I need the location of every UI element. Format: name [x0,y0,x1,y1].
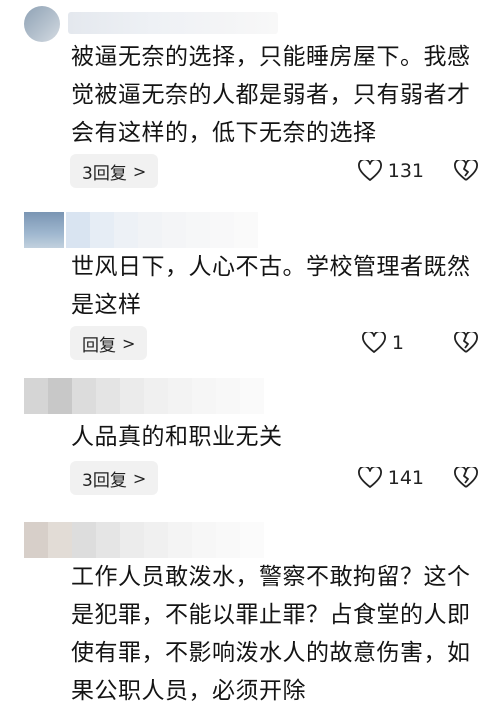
comment-text: 工作人员敢泼水，警察不敢拘留？这个 是犯罪，不能以罪止罪？占食堂的人即 使有罪，… [71,558,481,710]
comment-line: 会有这样的，低下无奈的选择 [71,120,377,146]
username-blurred[interactable] [68,12,278,34]
comment-line: 是这样 [71,292,142,318]
broken-heart-icon [454,332,478,353]
dislike-button[interactable] [454,461,478,495]
comment-header [24,212,364,248]
chevron-right-icon: > [132,161,147,181]
comment-line: 觉被逼无奈的人都是弱者，只有弱者才 [71,82,471,108]
broken-heart-icon [454,160,478,181]
heart-outline-icon [357,467,382,488]
like-button[interactable]: 1 [361,326,404,360]
comment-line: 人品真的和职业无关 [71,424,283,450]
heart-outline-icon [361,332,386,353]
heart-outline-icon [357,160,382,181]
comment-header [24,6,364,42]
comment-3: 人品真的和职业无关 3回复 > 141 [0,374,500,514]
comment-text: 被逼无奈的选择，只能睡房屋下。我感 觉被逼无奈的人都是弱者，只有弱者才 会有这样… [71,38,481,152]
username-blurred[interactable] [72,378,264,414]
comment-1: 被逼无奈的选择，只能睡房屋下。我感 觉被逼无奈的人都是弱者，只有弱者才 会有这样… [0,0,500,200]
dislike-button[interactable] [454,154,478,188]
comment-line: 工作人员敢泼水，警察不敢拘留？这个 [71,564,471,590]
comment-line: 使有罪，不影响泼水人的故意伤害，如 [71,640,471,666]
view-replies-button[interactable]: 3回复 > [70,461,159,495]
broken-heart-icon [454,467,478,488]
username-blurred[interactable] [66,212,258,248]
dislike-button[interactable] [454,326,478,360]
comment-line: 被逼无奈的选择，只能睡房屋下。我感 [71,44,471,70]
avatar[interactable] [24,212,64,248]
comment-line: 世风日下，人心不古。学校管理者既然 [71,254,471,280]
avatar[interactable] [24,378,72,414]
like-button[interactable]: 131 [357,154,424,188]
comment-2: 世风日下，人心不古。学校管理者既然 是这样 回复 > 1 [0,204,500,374]
comment-header [24,378,364,414]
like-count: 141 [387,467,424,489]
username-blurred[interactable] [72,522,264,558]
avatar[interactable] [24,6,60,42]
comment-text: 世风日下，人心不古。学校管理者既然 是这样 [71,248,481,324]
reply-label: 回复 [82,335,116,356]
comment-line: 果公职人员，必须开除 [71,678,306,704]
comment-line: 是犯罪，不能以罪止罪？占食堂的人即 [71,602,471,628]
comment-4: 工作人员敢泼水，警察不敢拘留？这个 是犯罪，不能以罪止罪？占食堂的人即 使有罪，… [0,516,500,704]
comment-header [24,522,364,558]
reply-button[interactable]: 回复 > [70,326,148,360]
reply-label: 3回复 [82,163,127,184]
like-count: 1 [391,332,404,354]
view-replies-button[interactable]: 3回复 > [70,154,159,188]
reply-label: 3回复 [82,470,127,491]
comment-text: 人品真的和职业无关 [71,418,481,456]
avatar[interactable] [24,522,72,558]
chevron-right-icon: > [122,333,136,353]
like-count: 131 [387,160,424,182]
like-button[interactable]: 141 [357,461,424,495]
chevron-right-icon: > [132,468,147,488]
